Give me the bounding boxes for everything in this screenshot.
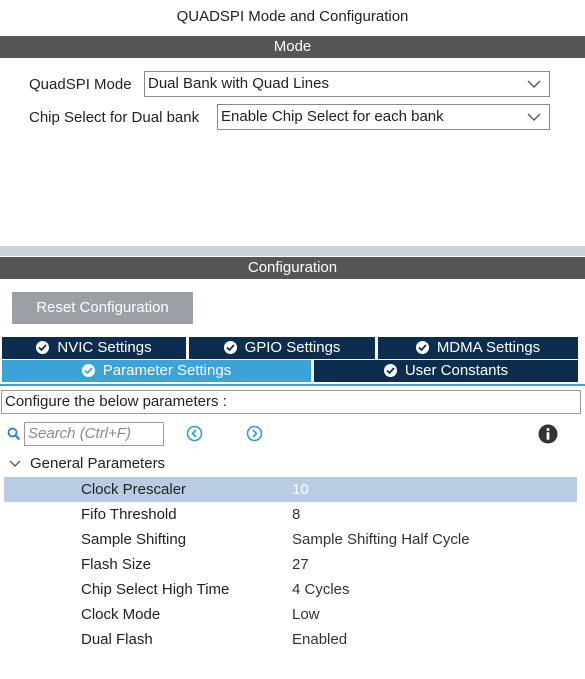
window-title: QUADSPI Mode and Configuration bbox=[176, 8, 409, 25]
param-name: Fifo Threshold bbox=[81, 506, 177, 523]
tab-mdma-settings[interactable]: MDMA Settings bbox=[378, 337, 578, 359]
group-general-parameters[interactable]: General Parameters bbox=[30, 455, 165, 472]
param-name: Flash Size bbox=[81, 556, 152, 573]
tab-label: Parameter Settings bbox=[102, 362, 232, 379]
param-value[interactable]: Enabled bbox=[292, 627, 347, 652]
check-circle-icon bbox=[81, 363, 95, 377]
param-value[interactable]: Sample Shifting Half Cycle bbox=[292, 527, 470, 552]
param-row-fifo-threshold[interactable]: Fifo Threshold 8 bbox=[4, 502, 577, 527]
param-row-clock-mode[interactable]: Clock Mode Low bbox=[4, 602, 577, 627]
check-circle-icon bbox=[36, 340, 50, 354]
tab-user-constants[interactable]: User Constants bbox=[314, 360, 578, 382]
check-circle-icon bbox=[383, 363, 397, 377]
section-divider[interactable] bbox=[0, 246, 585, 256]
previous-icon[interactable] bbox=[186, 425, 203, 442]
chip-select-value: Enable Chip Select for each bank bbox=[221, 108, 444, 125]
tab-label: NVIC Settings bbox=[57, 339, 152, 356]
next-icon[interactable] bbox=[246, 425, 263, 442]
chip-select-label: Chip Select for Dual bank bbox=[29, 109, 200, 126]
search-input[interactable]: Search (Ctrl+F) bbox=[24, 422, 164, 446]
reset-configuration-button[interactable]: Reset Configuration bbox=[12, 292, 193, 324]
param-row-dual-flash[interactable]: Dual Flash Enabled bbox=[4, 627, 577, 652]
chip-select-select[interactable]: Enable Chip Select for each bank bbox=[217, 104, 550, 130]
chevron-down-icon[interactable] bbox=[9, 459, 21, 469]
tab-nvic-settings[interactable]: NVIC Settings bbox=[2, 337, 186, 359]
tab-label: MDMA Settings bbox=[436, 339, 541, 356]
param-value[interactable]: Low bbox=[292, 602, 320, 627]
tab-gpio-settings[interactable]: GPIO Settings bbox=[189, 337, 375, 359]
param-name: Chip Select High Time bbox=[81, 581, 230, 598]
tab-label: GPIO Settings bbox=[244, 339, 341, 356]
param-name: Clock Prescaler bbox=[81, 481, 187, 498]
param-value[interactable]: 10 bbox=[292, 477, 309, 502]
param-value[interactable]: 4 Cycles bbox=[292, 577, 350, 602]
tab-underline bbox=[0, 384, 585, 386]
check-circle-icon bbox=[223, 340, 237, 354]
param-row-clock-prescaler[interactable]: Clock Prescaler 10 bbox=[4, 477, 577, 502]
param-row-flash-size[interactable]: Flash Size 27 bbox=[4, 552, 577, 577]
chevron-down-icon bbox=[527, 113, 541, 121]
param-row-chip-select-high-time[interactable]: Chip Select High Time 4 Cycles bbox=[4, 577, 577, 602]
check-circle-icon bbox=[415, 340, 429, 354]
tab-label: User Constants bbox=[404, 362, 509, 379]
configuration-header: Configuration bbox=[0, 257, 585, 279]
quadspi-mode-select[interactable]: Dual Bank with Quad Lines bbox=[144, 71, 550, 97]
chevron-down-icon bbox=[527, 80, 541, 88]
param-row-sample-shifting[interactable]: Sample Shifting Sample Shifting Half Cyc… bbox=[4, 527, 577, 552]
mode-header: Mode bbox=[0, 36, 585, 58]
param-name: Dual Flash bbox=[81, 631, 153, 648]
quadspi-mode-label: QuadSPI Mode bbox=[29, 76, 132, 93]
info-icon[interactable] bbox=[538, 424, 558, 444]
tab-parameter-settings[interactable]: Parameter Settings bbox=[2, 360, 311, 382]
param-name: Clock Mode bbox=[81, 606, 161, 623]
param-value[interactable]: 8 bbox=[292, 502, 300, 527]
param-value[interactable]: 27 bbox=[292, 552, 309, 577]
search-icon bbox=[7, 427, 21, 441]
quadspi-mode-value: Dual Bank with Quad Lines bbox=[148, 75, 329, 92]
param-name: Sample Shifting bbox=[81, 531, 187, 548]
configure-hint: Configure the below parameters : bbox=[1, 390, 581, 414]
